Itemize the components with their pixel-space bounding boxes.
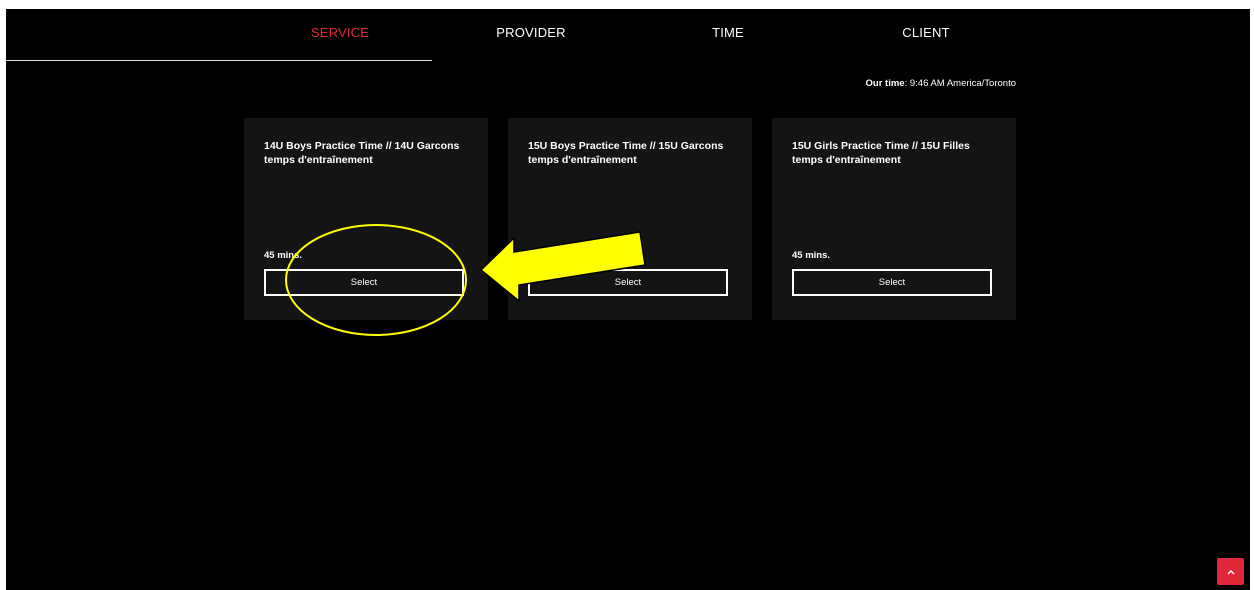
select-button[interactable]: Select bbox=[264, 269, 464, 296]
our-time-value: : 9:46 AM America/Toronto bbox=[904, 78, 1016, 89]
step-client[interactable]: CLIENT bbox=[902, 25, 949, 40]
our-time-label: Our time bbox=[865, 78, 905, 89]
step-progress-line bbox=[6, 60, 432, 61]
service-duration: 45 mins. bbox=[264, 250, 303, 261]
scroll-to-top-button[interactable] bbox=[1217, 558, 1244, 585]
select-button[interactable]: Select bbox=[528, 269, 728, 296]
service-title: 15U Boys Practice Time // 15U Garcons te… bbox=[528, 140, 724, 166]
step-service[interactable]: SERVICE bbox=[311, 25, 369, 40]
service-card: 14U Boys Practice Time // 14U Garcons te… bbox=[244, 118, 488, 320]
service-title: 15U Girls Practice Time // 15U Filles te… bbox=[792, 140, 970, 166]
booking-steps-nav: SERVICE PROVIDER TIME CLIENT bbox=[6, 9, 1250, 61]
step-time[interactable]: TIME bbox=[712, 25, 744, 40]
chevron-up-icon bbox=[1227, 569, 1234, 574]
our-time: Our time: 9:46 AM America/Toronto bbox=[866, 78, 1016, 89]
service-title: 14U Boys Practice Time // 14U Garcons te… bbox=[264, 140, 460, 166]
step-provider[interactable]: PROVIDER bbox=[496, 25, 566, 40]
service-card: 15U Girls Practice Time // 15U Filles te… bbox=[772, 118, 1016, 320]
service-card: 15U Boys Practice Time // 15U Garcons te… bbox=[508, 118, 752, 320]
booking-widget: SERVICE PROVIDER TIME CLIENT Our time: 9… bbox=[6, 9, 1250, 590]
select-button[interactable]: Select bbox=[792, 269, 992, 296]
service-duration: 45 mins. bbox=[792, 250, 831, 261]
